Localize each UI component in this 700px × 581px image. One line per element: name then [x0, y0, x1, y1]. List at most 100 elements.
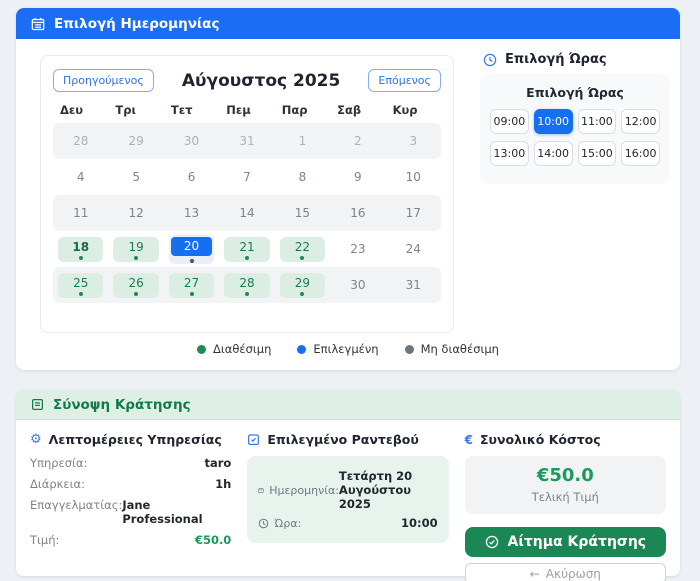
appointment-title: Επιλεγμένο Ραντεβού	[267, 432, 419, 447]
day-cell-3: 3	[409, 134, 418, 148]
time-slot-09:00[interactable]: 09:00	[490, 109, 529, 134]
next-month-button[interactable]: Επόμενος	[368, 69, 441, 92]
mini-clock-icon	[259, 518, 269, 528]
calendar-check-icon	[248, 434, 260, 445]
time-slot-11:00[interactable]: 11:00	[577, 109, 617, 134]
service-detail-value: 1h	[215, 477, 232, 491]
booking-summary-body: ⚙ Λεπτομέρειες Υπηρεσίας Υπηρεσία: taro Δι…	[16, 420, 680, 581]
book-request-button[interactable]: Αίτημα Κράτησης	[464, 527, 666, 557]
date-selection-title: Επιλογή Ημερομηνίας	[54, 15, 220, 32]
day-cell-9: 9	[354, 170, 362, 184]
appointment-date-row: Ημερομηνία: Τετάρτη 20 Αυγούστου 2025	[258, 469, 437, 511]
day-cell-29: 29	[128, 134, 144, 148]
day-cell-5: 5	[132, 170, 140, 184]
legend-item: Επιλεγμένη	[297, 342, 379, 356]
availability-dot	[134, 291, 139, 296]
legend-dot	[404, 344, 414, 354]
time-slot-16:00[interactable]: 16:00	[621, 141, 660, 166]
mini-calendar-icon	[258, 487, 264, 493]
availability-dot	[244, 255, 249, 260]
time-slot-13:00[interactable]: 13:00	[490, 141, 529, 166]
service-details-title: Λεπτομέρειες Υπηρεσίας	[48, 432, 222, 447]
clock-icon	[483, 53, 497, 66]
day-cell-2: 2	[354, 134, 362, 148]
calendar-week-row: 4 5 6 7 8 9 10	[53, 159, 441, 195]
booking-summary-title: Σύνοψη Κράτησης	[53, 396, 191, 413]
day-cell-7: 7	[243, 170, 251, 184]
service-detail-label: Επαγγελματίας:	[30, 498, 123, 512]
left-arrow-icon: ←	[529, 566, 540, 581]
availability-dot	[78, 255, 83, 260]
day-cell-29[interactable]: 29	[275, 272, 330, 298]
gear-icon: ⚙	[30, 432, 42, 447]
day-cell-21[interactable]: 21	[219, 236, 274, 262]
day-cell-25[interactable]: 25	[53, 272, 108, 298]
weekday-header-row: Δευ Τρι Τετ Πεμ Παρ Σαβ Κυρ	[53, 103, 441, 117]
calendar-week-row: 18 19 20 21 22 23 24	[53, 231, 441, 267]
cost-title: Συνολικό Κόστος	[480, 432, 601, 447]
availability-dot	[244, 291, 249, 296]
total-amount: €50.0	[536, 465, 594, 486]
booking-page: Επιλογή Ημερομηνίας Προηγούμενος Αύγουστ…	[0, 0, 700, 581]
time-selection-title: Επιλογή Ώρας	[505, 52, 607, 67]
appointment-time-value: 10:00	[401, 516, 438, 530]
day-cell-15: 15	[294, 206, 311, 220]
time-slot-panel: Επιλογή Ώρας 09:00 10:00 11:00 12:00 13:00 14…	[480, 74, 670, 184]
weekday-label: Τρι	[115, 103, 136, 117]
day-cell-26[interactable]: 26	[108, 272, 163, 298]
cancel-label: Ακύρωση	[545, 566, 601, 581]
time-slot-10:00[interactable]: 10:00	[533, 109, 573, 134]
legend-dot	[197, 344, 207, 354]
day-cell-30: 30	[350, 278, 366, 292]
day-cell-28[interactable]: 28	[219, 272, 274, 298]
day-cell-13: 13	[183, 206, 200, 220]
service-detail-row: Διάρκεια: 1h	[30, 477, 231, 491]
day-cell-31: 31	[405, 278, 421, 292]
service-details-rows: Υπηρεσία: taro Διάρκεια: 1h Επαγγελματίας: Ja…	[30, 456, 231, 547]
day-cell-20[interactable]: 20	[164, 234, 219, 264]
check-circle-icon	[485, 535, 498, 549]
weekday-label: Σαβ	[337, 103, 362, 117]
day-cell-18[interactable]: 18	[53, 236, 108, 262]
service-details-section: ⚙ Λεπτομέρειες Υπηρεσίας Υπηρεσία: taro Δι…	[30, 432, 231, 581]
service-detail-label: Τιμή:	[30, 533, 60, 547]
prev-month-button[interactable]: Προηγούμενος	[53, 69, 154, 92]
service-detail-row: Επαγγελματίας: Jane Professional	[30, 498, 231, 526]
weekday-label: Δευ	[60, 103, 84, 117]
service-detail-label: Υπηρεσία:	[30, 456, 88, 470]
day-cell-27[interactable]: 27	[164, 272, 219, 298]
day-cell-22[interactable]: 22	[275, 236, 330, 262]
service-detail-value: Jane Professional	[122, 498, 203, 526]
date-selection-header: Επιλογή Ημερομηνίας	[16, 8, 680, 39]
cancel-button[interactable]: ← Ακύρωση	[464, 563, 666, 581]
availability-dot	[300, 255, 305, 260]
calendar-week-row: 11 12 13 14 15 16 17	[53, 195, 441, 231]
day-cell-4: 4	[76, 170, 85, 184]
euro-icon: €	[464, 432, 474, 447]
calendar-nav: Προηγούμενος Αύγουστος 2025 Επόμενος	[53, 69, 441, 92]
time-slot-12:00[interactable]: 12:00	[621, 109, 660, 134]
calendar-icon	[31, 17, 45, 30]
time-slot-14:00[interactable]: 14:00	[533, 141, 573, 166]
final-price-caption: Τελική Τιμή	[531, 490, 599, 504]
calendar-month-title: Αύγουστος 2025	[181, 70, 341, 91]
day-cell-19[interactable]: 19	[108, 236, 163, 262]
time-panel-title: Επιλογή Ώρας	[526, 85, 624, 100]
appointment-time-row: Ώρα: 10:00	[258, 516, 438, 530]
availability-dot	[189, 291, 194, 296]
availability-dot	[300, 291, 305, 296]
day-cell-12: 12	[128, 206, 144, 220]
day-cell-23: 23	[350, 242, 366, 256]
service-detail-label: Διάρκεια:	[30, 477, 85, 491]
appointment-card: Ημερομηνία: Τετάρτη 20 Αυγούστου 2025 Ώρ…	[247, 456, 449, 543]
list-icon	[32, 399, 43, 410]
cost-section: € Συνολικό Κόστος €50.0 Τελική Τιμή Αίτη…	[464, 432, 666, 581]
appointment-time-label: Ώρα:	[274, 516, 302, 530]
calendar-week-row: 25 26 27 28 29 30 31	[53, 267, 441, 303]
total-cost-card: €50.0 Τελική Τιμή	[464, 456, 666, 514]
time-slot-15:00[interactable]: 15:00	[577, 141, 617, 166]
cost-header: € Συνολικό Κόστος	[465, 432, 666, 447]
legend-item: Διαθέσιμη	[197, 342, 271, 356]
service-detail-row: Υπηρεσία: taro	[30, 456, 231, 470]
day-cell-10: 10	[405, 170, 421, 184]
